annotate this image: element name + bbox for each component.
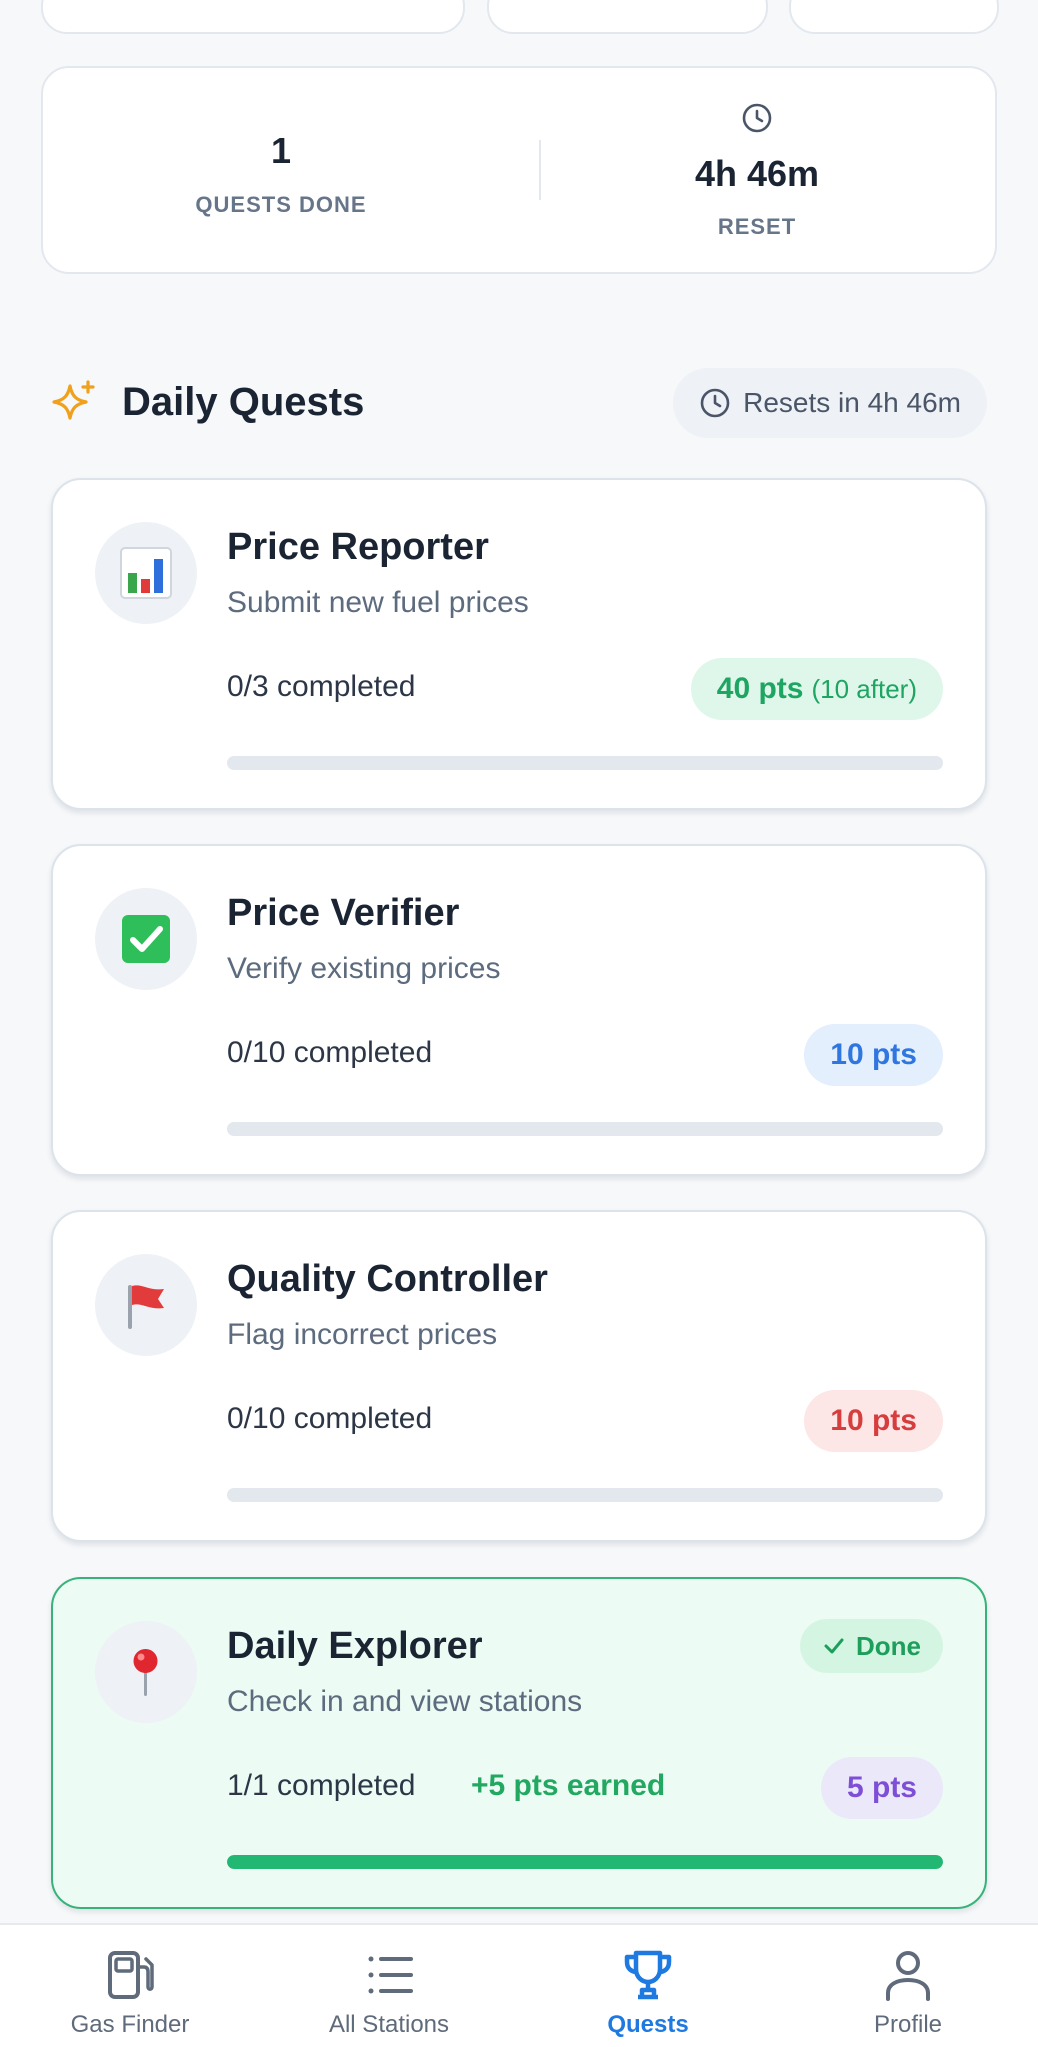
nav-gas-finder[interactable]: Gas Finder — [30, 1925, 230, 2047]
check-icon — [824, 1638, 844, 1654]
quest-progress-fill — [227, 1855, 943, 1869]
bottom-navigation: Gas Finder All Stations Quests Profile — [0, 1923, 1038, 2047]
done-label: Done — [856, 1630, 921, 1661]
nav-quests[interactable]: Quests — [548, 1925, 748, 2047]
sparkle-icon — [52, 380, 95, 420]
quest-progress-text: 0/3 completed — [227, 670, 416, 703]
points-value: 10 pts — [830, 1038, 917, 1071]
quests-done-stat: 1 QUESTS DONE — [43, 68, 519, 272]
reset-countdown-pill: Resets in 4h 46m — [673, 368, 987, 438]
quest-progress-bar — [227, 1122, 943, 1136]
stat-card-partial — [789, 0, 999, 34]
quest-progress-text: 0/10 completed — [227, 1402, 433, 1435]
quests-done-label: QUESTS DONE — [195, 192, 367, 217]
stat-card-partial — [41, 0, 465, 34]
quest-progress-bar — [227, 1855, 943, 1869]
list-icon — [368, 1956, 413, 1994]
quest-description: Flag incorrect prices — [227, 1318, 498, 1351]
quest-title: Price Verifier — [227, 892, 460, 934]
quest-progress-bar — [227, 756, 943, 770]
done-badge: Done — [800, 1619, 943, 1673]
quest-progress-text: 0/10 completed — [227, 1036, 433, 1069]
points-value: 10 pts — [830, 1404, 917, 1437]
quests-done-value: 1 — [270, 130, 292, 171]
person-icon — [886, 1951, 930, 2001]
bar-chart-icon — [95, 522, 197, 624]
stat-card-partial — [487, 0, 768, 34]
quest-points-badge: 10 pts — [804, 1390, 943, 1452]
nav-label: All Stations — [328, 2011, 450, 2038]
quest-card-quality-controller[interactable]: Quality Controller Flag incorrect prices… — [51, 1210, 987, 1542]
points-value: 5 pts — [846, 1771, 917, 1804]
check-box-icon — [95, 888, 197, 990]
quest-progress-text: 1/1 completed — [227, 1769, 416, 1802]
daily-quests-header: Daily Quests Resets in 4h 46m — [50, 368, 990, 444]
clock-icon — [700, 388, 730, 418]
nav-label: Gas Finder — [70, 2011, 190, 2038]
quest-progress-bar — [227, 1488, 943, 1502]
trophy-icon — [624, 1950, 672, 2000]
nav-all-stations[interactable]: All Stations — [289, 1925, 489, 2047]
quest-card-price-verifier[interactable]: Price Verifier Verify existing prices 0/… — [51, 844, 987, 1176]
quest-description: Verify existing prices — [227, 952, 501, 985]
fuel-pump-icon — [108, 1951, 154, 1999]
quest-title: Price Reporter — [227, 526, 489, 568]
quest-card-price-reporter[interactable]: Price Reporter Submit new fuel prices 0/… — [51, 478, 987, 810]
reset-stat: 4h 46m RESET — [519, 68, 995, 272]
points-earned-text: +5 pts earned — [471, 1769, 666, 1802]
points-value: 40 pts — [716, 672, 804, 705]
reset-value: 4h 46m — [694, 153, 820, 194]
quest-title: Quality Controller — [227, 1258, 548, 1300]
nav-profile[interactable]: Profile — [808, 1925, 1008, 2047]
quest-description: Check in and view stations — [227, 1685, 583, 1718]
quest-card-daily-explorer[interactable]: Daily Explorer Done Check in and view st… — [51, 1577, 987, 1909]
red-flag-icon — [95, 1254, 197, 1356]
reset-countdown-text: Resets in 4h 46m — [743, 387, 961, 418]
quest-points-badge: 10 pts — [804, 1024, 943, 1086]
section-title: Daily Quests — [122, 380, 365, 424]
quest-points-badge: 5 pts — [820, 1757, 943, 1819]
clock-icon — [742, 103, 772, 133]
pushpin-icon — [95, 1621, 197, 1723]
quest-stats-card: 1 QUESTS DONE 4h 46m RESET — [41, 66, 997, 274]
nav-label: Profile — [873, 2011, 943, 2038]
points-note: (10 after) — [811, 673, 918, 704]
quest-description: Submit new fuel prices — [227, 586, 529, 619]
quest-title: Daily Explorer — [227, 1625, 483, 1667]
top-stat-cards-partial — [41, 0, 999, 34]
reset-label: RESET — [717, 214, 797, 239]
nav-label: Quests — [607, 2011, 689, 2038]
quest-points-badge: 40 pts (10 after) — [690, 658, 943, 720]
